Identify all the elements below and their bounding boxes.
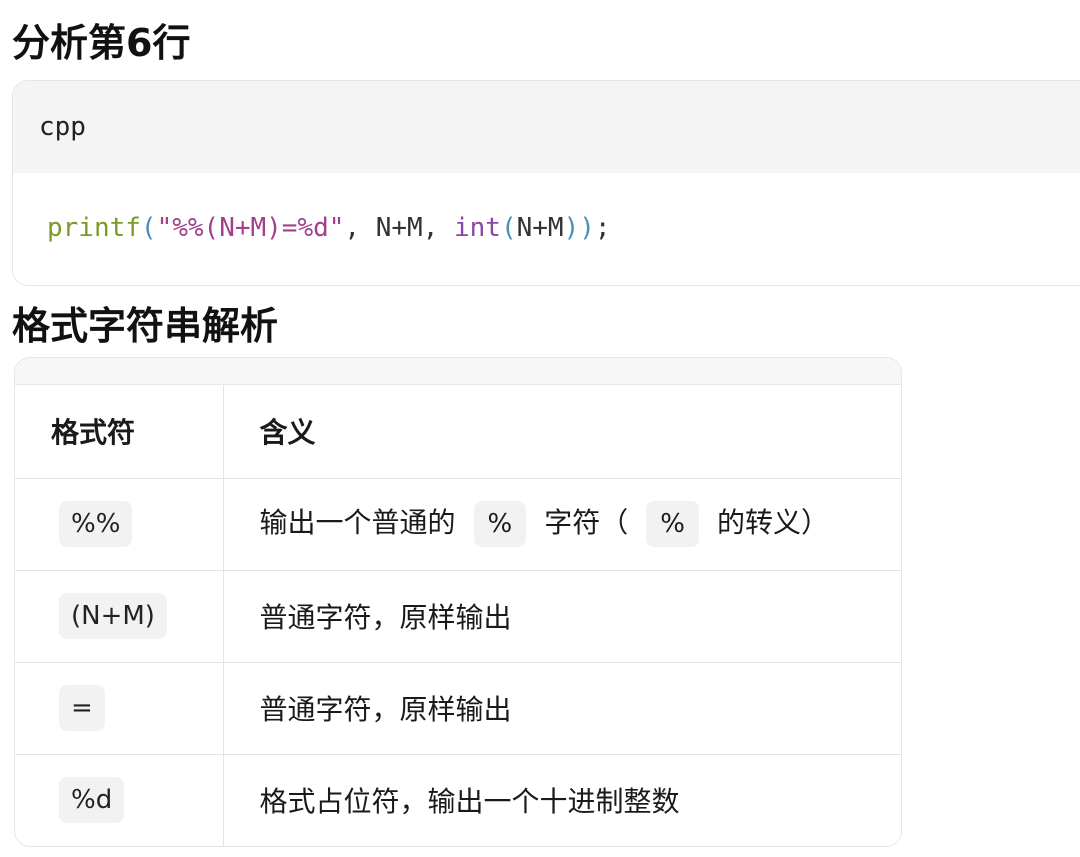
table: 格式符 含义 %% 输出一个普通的% 字符（% 的转义） (N+M) 普通字符，原样… bbox=[15, 385, 901, 846]
code-token-string: "%%(N+M)=%d" bbox=[156, 213, 345, 243]
code-token-close-parens: )) bbox=[563, 213, 595, 243]
code-token-keyword: int bbox=[454, 213, 501, 243]
format-table: 格式符 含义 %% 输出一个普通的% 字符（% 的转义） (N+M) 普通字符，原样… bbox=[14, 357, 902, 847]
code-token-semicolon: ; bbox=[594, 213, 611, 243]
code-chip: %% bbox=[59, 501, 133, 547]
code-block-body[interactable]: printf("%%(N+M)=%d", N+M, int(N+M)); bbox=[13, 173, 1080, 285]
code-token-paren: ( bbox=[500, 213, 517, 243]
table-row: %d 格式占位符，输出一个十进制整数 bbox=[15, 754, 901, 846]
table-cell-meaning: 格式占位符，输出一个十进制整数 bbox=[259, 785, 680, 819]
code-block-header: cpp bbox=[13, 81, 1080, 173]
code-token-args: N+M bbox=[516, 213, 564, 243]
page: 分析第6行 cpp printf("%%(N+M)=%d", N+M, int(… bbox=[0, 0, 1080, 857]
code-token-args: , N+M, bbox=[344, 213, 454, 243]
meaning-text: 的转义） bbox=[716, 506, 829, 539]
code-chip: %d bbox=[59, 777, 125, 824]
table-row: = 普通字符，原样输出 bbox=[15, 662, 901, 755]
table-cell-meaning: 普通字符，原样输出 bbox=[223, 570, 901, 663]
code-token-paren: ( bbox=[140, 213, 157, 243]
code-line[interactable]: printf("%%(N+M)=%d", N+M, int(N+M)); bbox=[47, 213, 611, 243]
code-chip: (N+M) bbox=[59, 593, 167, 639]
table-cell-meaning: 普通字符，原样输出 bbox=[223, 662, 901, 755]
table-header-meaning: 含义 bbox=[223, 385, 901, 479]
code-chip: % bbox=[473, 501, 527, 547]
table-cell-specifier: (N+M) bbox=[15, 570, 224, 663]
heading-format-parse: 格式字符串解析 bbox=[12, 304, 279, 348]
table-header-row: 格式符 含义 bbox=[15, 385, 901, 479]
code-token-func: printf bbox=[47, 213, 141, 243]
code-block: cpp printf("%%(N+M)=%d", N+M, int(N+M)); bbox=[12, 80, 1080, 286]
table-row: (N+M) 普通字符，原样输出 bbox=[15, 570, 901, 663]
meaning-text: 输出一个普通的 bbox=[259, 506, 456, 539]
table-cell-specifier: %% bbox=[15, 478, 224, 571]
code-chip: % bbox=[646, 501, 699, 547]
meaning-text: 字符（ bbox=[544, 506, 629, 539]
table-cell-specifier: = bbox=[15, 662, 224, 755]
heading-analysis: 分析第6行 bbox=[12, 21, 191, 65]
table-cell-specifier: %d bbox=[15, 754, 224, 846]
table-top-strip bbox=[15, 358, 901, 385]
table-cell-meaning: 输出一个普通的% 字符（% 的转义） bbox=[223, 478, 901, 571]
code-chip: = bbox=[59, 685, 105, 731]
code-language-label: cpp bbox=[39, 112, 86, 142]
table-row: %% 输出一个普通的% 字符（% 的转义） bbox=[15, 478, 901, 571]
table-header-specifier: 格式符 bbox=[15, 385, 224, 479]
